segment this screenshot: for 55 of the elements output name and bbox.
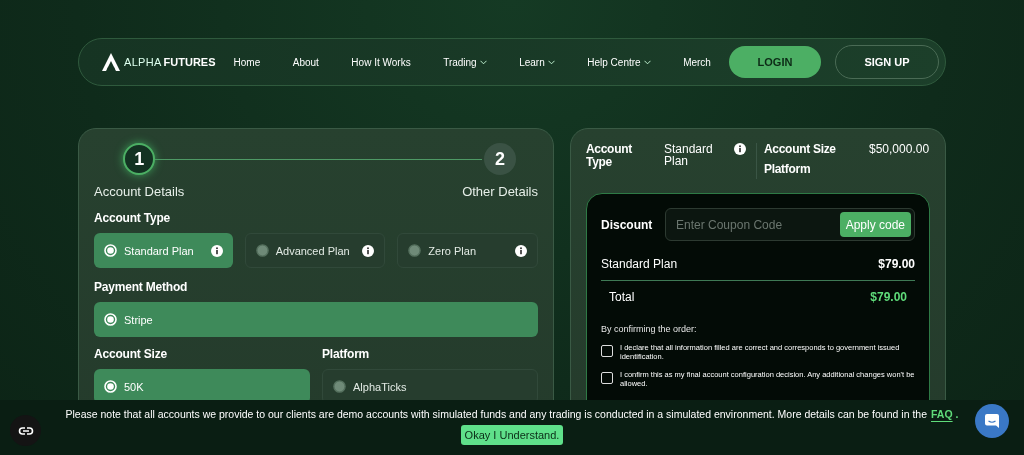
- period-text: .: [955, 408, 959, 420]
- step-label: Other Details: [462, 184, 538, 199]
- nav-link[interactable]: How It Works: [351, 56, 411, 68]
- info-icon[interactable]: [362, 244, 375, 257]
- radio-button[interactable]: [333, 380, 346, 393]
- line-item-price: $79.00: [878, 257, 915, 271]
- checkbox[interactable]: [601, 372, 613, 384]
- logo-text[interactable]: FUTURES: [163, 56, 216, 68]
- option-label: Standard Plan: [124, 244, 195, 257]
- logo-text[interactable]: ALPHA: [124, 56, 162, 68]
- confirm-intro: By confirming the order:: [601, 324, 698, 334]
- info-icon[interactable]: [210, 244, 223, 257]
- plan-option[interactable]: Stripe: [94, 302, 538, 337]
- nav-link[interactable]: Merch: [683, 56, 711, 68]
- plan-option[interactable]: Standard Plan: [94, 233, 233, 268]
- link-icon: [17, 425, 34, 436]
- section-label: Platform: [322, 347, 371, 361]
- option-label: Stripe: [124, 313, 154, 326]
- step-indicator: 1: [123, 143, 156, 175]
- option-label: AlphaTicks: [353, 380, 408, 393]
- summary-value: $50,000.00: [869, 143, 930, 155]
- nav-link[interactable]: Trading: [443, 56, 487, 68]
- section-label: Account Type: [94, 211, 172, 225]
- section-label: Account Size: [94, 347, 168, 361]
- step-indicator: 2: [484, 143, 517, 175]
- summary-label: Platform: [764, 162, 812, 176]
- chat-icon: [984, 413, 1000, 429]
- nav-link[interactable]: Home: [233, 56, 261, 68]
- section-label: Payment Method: [94, 280, 189, 294]
- summary-value: Standard Plan: [664, 143, 714, 167]
- notice-text: Please note that all accounts we provide to our clients are demo accounts with simulated funds and any trading is conducted in a simulated environment. More details can be found in the: [65, 408, 927, 420]
- accept-button[interactable]: Okay I Understand.: [460, 425, 564, 445]
- checkbox[interactable]: [601, 345, 613, 357]
- info-icon[interactable]: [734, 143, 746, 155]
- step-label: Account Details: [94, 184, 185, 199]
- nav-link[interactable]: Learn: [519, 56, 555, 68]
- logo-icon[interactable]: [101, 52, 121, 72]
- option-label: Advanced Plan: [275, 244, 351, 257]
- option-label: Zero Plan: [428, 244, 478, 257]
- nav-link[interactable]: Help Centre: [587, 56, 651, 68]
- summary-label: Account Type: [586, 143, 633, 169]
- plan-option[interactable]: Advanced Plan: [244, 233, 386, 268]
- radio-button[interactable]: [255, 244, 269, 257]
- nav-link[interactable]: About: [292, 56, 319, 68]
- line-item-label: Standard Plan: [601, 257, 678, 271]
- total-label: Total: [609, 290, 635, 304]
- login-button[interactable]: LOGIN: [729, 46, 821, 78]
- summary-label: Account Size: [764, 143, 837, 156]
- option-label: 50K: [124, 380, 145, 393]
- discount-label: Discount: [601, 217, 653, 232]
- total-price: $79.00: [870, 290, 907, 304]
- plan-option[interactable]: Zero Plan: [397, 233, 538, 268]
- info-icon[interactable]: [515, 244, 527, 257]
- faq-link[interactable]: FAQ: [931, 408, 953, 420]
- radio-button[interactable]: [408, 244, 422, 257]
